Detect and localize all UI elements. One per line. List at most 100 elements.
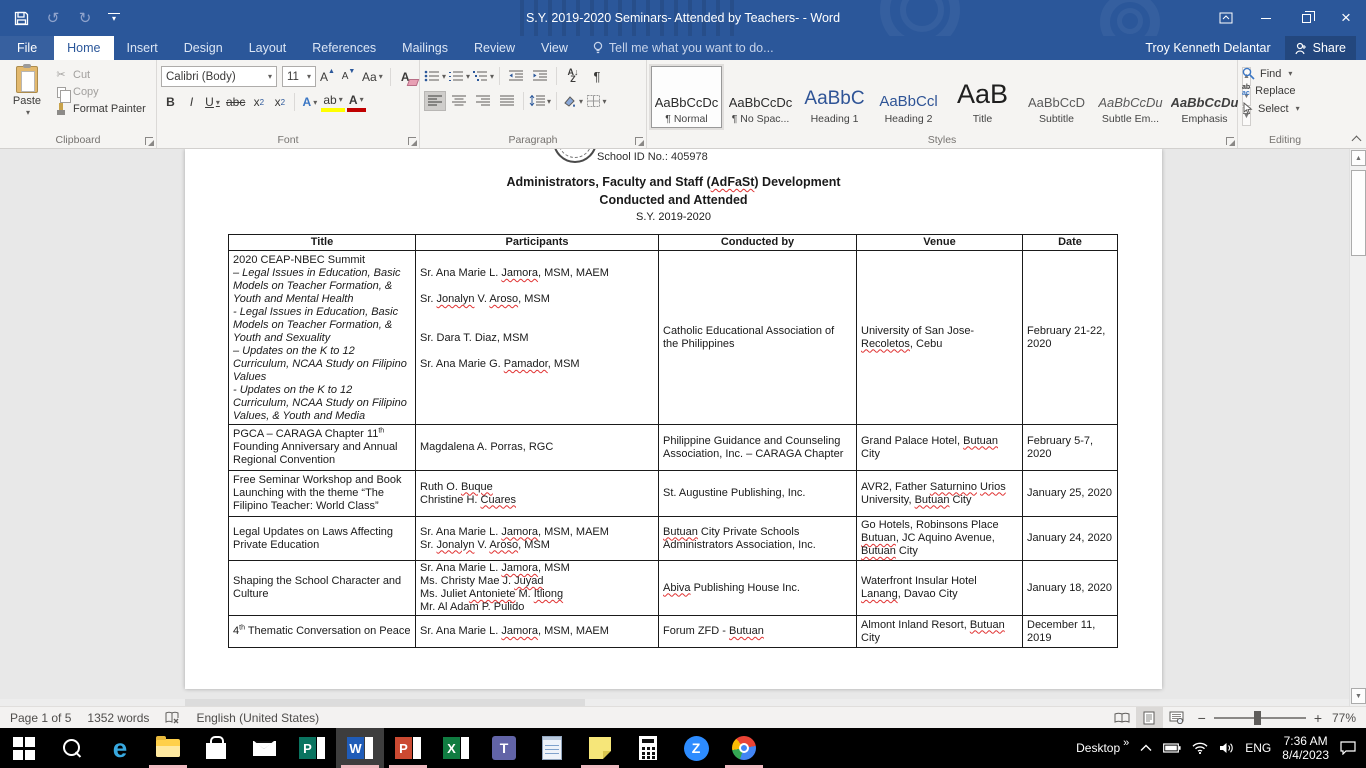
taskbar-excel-icon[interactable]: X bbox=[432, 728, 480, 768]
table-cell[interactable]: Magdalena A. Porras, RGC bbox=[415, 424, 659, 471]
taskbar-powerpoint-icon[interactable]: P bbox=[384, 728, 432, 768]
table-cell[interactable]: Sr. Ana Marie L. Jamora, MSM, MAEM bbox=[415, 615, 659, 648]
table-cell[interactable]: Butuan City Private Schools Administrato… bbox=[658, 516, 857, 561]
italic-button[interactable]: I bbox=[182, 92, 201, 112]
zoom-slider[interactable] bbox=[1213, 710, 1306, 725]
table-cell[interactable]: Sr. Ana Marie L. Jamora, MSM, MAEM Sr. Jo… bbox=[415, 516, 659, 561]
share-button[interactable]: Share bbox=[1284, 36, 1356, 60]
ribbon-display-options-icon[interactable] bbox=[1206, 0, 1246, 36]
action-center-icon[interactable] bbox=[1340, 741, 1356, 755]
select-button[interactable]: Select ▾ bbox=[1242, 102, 1328, 115]
sort-button[interactable]: A↓ Z bbox=[562, 66, 584, 86]
table-cell[interactable]: Waterfront Insular Hotel Lanang, Davao C… bbox=[856, 560, 1023, 616]
font-dialog-launcher[interactable] bbox=[408, 137, 417, 146]
table-cell[interactable]: Sr. Ana Marie L. Jamora, MSM Ms. Christy … bbox=[415, 560, 659, 616]
page-indicator[interactable]: Page 1 of 5 bbox=[2, 711, 79, 725]
desktop-toolbar[interactable]: Desktop» bbox=[1076, 737, 1129, 755]
clipboard-dialog-launcher[interactable] bbox=[145, 137, 154, 146]
show-hide-marks-button[interactable]: ¶ bbox=[586, 66, 608, 86]
style-heading-1[interactable]: AaBbC Heading 1 bbox=[799, 66, 870, 128]
battery-icon[interactable] bbox=[1163, 743, 1181, 753]
minimize-button[interactable] bbox=[1246, 0, 1286, 36]
taskbar-start-icon[interactable] bbox=[0, 728, 48, 768]
style-subtitle[interactable]: AaBbCcD Subtitle bbox=[1021, 66, 1092, 128]
style--no-spac-[interactable]: AaBbCcDc ¶ No Spac... bbox=[725, 66, 796, 128]
justify-button[interactable] bbox=[496, 91, 518, 111]
hidden-icons-chevron-icon[interactable] bbox=[1140, 744, 1152, 752]
style--normal[interactable]: AaBbCcDc ¶ Normal bbox=[649, 64, 724, 130]
multilevel-list-button[interactable]: ▾ bbox=[472, 66, 494, 86]
tell-me-box[interactable]: Tell me what you want to do... bbox=[581, 36, 786, 60]
replace-button[interactable]: ab ac Replace bbox=[1242, 84, 1328, 97]
increase-indent-button[interactable] bbox=[529, 66, 551, 86]
horizontal-scrollbar-thumb[interactable] bbox=[185, 699, 585, 706]
paragraph-dialog-launcher[interactable] bbox=[635, 137, 644, 146]
table-cell[interactable]: Legal Updates on Laws Affecting Private … bbox=[228, 516, 416, 561]
grow-font-button[interactable]: A bbox=[318, 67, 337, 87]
web-layout-button[interactable] bbox=[1163, 707, 1190, 728]
tab-home[interactable]: Home bbox=[54, 36, 114, 60]
seminars-table[interactable]: Title Participants Conducted by Venue Date 2… bbox=[228, 234, 1118, 648]
table-cell[interactable]: February 5-7, 2020 bbox=[1022, 424, 1118, 471]
taskbar-search-icon[interactable] bbox=[48, 728, 96, 768]
numbering-button[interactable]: ▾ bbox=[448, 66, 470, 86]
restore-button[interactable] bbox=[1286, 0, 1326, 36]
wifi-icon[interactable] bbox=[1192, 742, 1208, 754]
style-heading-2[interactable]: AaBbCcl Heading 2 bbox=[873, 66, 944, 128]
table-cell[interactable]: Catholic Educational Association of the … bbox=[658, 250, 857, 425]
taskbar-word-icon[interactable]: W bbox=[336, 728, 384, 768]
taskbar-zoom-icon[interactable]: Z bbox=[672, 728, 720, 768]
decrease-indent-button[interactable] bbox=[505, 66, 527, 86]
tab-insert[interactable]: Insert bbox=[114, 36, 171, 60]
table-cell[interactable]: AVR2, Father Saturnino Urios University,… bbox=[856, 470, 1023, 517]
vertical-scrollbar[interactable]: ▲ ▼ bbox=[1349, 149, 1366, 706]
taskbar-calculator-icon[interactable] bbox=[624, 728, 672, 768]
taskbar-teams-icon[interactable]: T bbox=[480, 728, 528, 768]
scroll-up-icon[interactable]: ▲ bbox=[1351, 150, 1366, 166]
text-highlight-button[interactable]: ab ▾ bbox=[321, 92, 345, 112]
style-emphasis[interactable]: AaBbCcDu Emphasis bbox=[1169, 66, 1240, 128]
table-cell[interactable]: Almont Inland Resort, Butuan City bbox=[856, 615, 1023, 648]
table-cell[interactable]: Ruth O. Buque Christine H. Cuares bbox=[415, 470, 659, 517]
table-cell[interactable]: 4th Thematic Conversation on Peace bbox=[228, 615, 416, 648]
table-cell[interactable]: University of San Jose-Recoletos, Cebu bbox=[856, 250, 1023, 425]
tab-layout[interactable]: Layout bbox=[236, 36, 300, 60]
table-cell[interactable]: Abiva Publishing House Inc. bbox=[658, 560, 857, 616]
tab-view[interactable]: View bbox=[528, 36, 581, 60]
tab-mailings[interactable]: Mailings bbox=[389, 36, 461, 60]
customize-qat-icon[interactable]: ▾ bbox=[108, 13, 120, 23]
table-cell[interactable]: Shaping the School Character and Culture bbox=[228, 560, 416, 616]
save-icon[interactable] bbox=[12, 9, 30, 27]
align-center-button[interactable] bbox=[448, 91, 470, 111]
superscript-button[interactable]: x2 bbox=[270, 92, 289, 112]
zoom-slider-thumb[interactable] bbox=[1253, 710, 1261, 725]
table-cell[interactable]: Free Seminar Workshop and Book Launching… bbox=[228, 470, 416, 517]
clock[interactable]: 7:36 AM 8/4/2023 bbox=[1282, 734, 1329, 762]
table-cell[interactable]: February 21-22, 2020 bbox=[1022, 250, 1118, 425]
table-cell[interactable]: Go Hotels, Robinsons Place Butuan, JC Aq… bbox=[856, 516, 1023, 561]
taskbar-chrome-icon[interactable] bbox=[720, 728, 768, 768]
zoom-out-icon[interactable]: − bbox=[1198, 710, 1206, 726]
word-count[interactable]: 1352 words bbox=[79, 711, 157, 725]
table-cell[interactable]: Sr. Ana Marie L. Jamora, MSM, MAEM Sr. J… bbox=[415, 250, 659, 425]
table-cell[interactable]: 2020 CEAP-NBEC Summit – Legal Issues in E… bbox=[228, 250, 416, 425]
taskbar-notepad-icon[interactable] bbox=[528, 728, 576, 768]
shrink-font-button[interactable]: A bbox=[339, 67, 358, 87]
document-page[interactable]: School ID No.: 405978 Administrators, Fa… bbox=[185, 149, 1162, 689]
table-cell[interactable]: January 18, 2020 bbox=[1022, 560, 1118, 616]
horizontal-scrollbar[interactable] bbox=[0, 699, 1349, 706]
paste-button[interactable]: Paste ▾ bbox=[4, 64, 50, 132]
font-color-button[interactable]: A ▾ bbox=[346, 92, 366, 112]
tab-design[interactable]: Design bbox=[171, 36, 236, 60]
font-name-combo[interactable]: Calibri (Body) ▾ bbox=[161, 66, 277, 87]
taskbar-publisher-icon[interactable]: P bbox=[288, 728, 336, 768]
language-tray[interactable]: ENG bbox=[1245, 741, 1271, 755]
tab-references[interactable]: References bbox=[299, 36, 389, 60]
styles-dialog-launcher[interactable] bbox=[1226, 137, 1235, 146]
borders-button[interactable]: ▾ bbox=[586, 91, 608, 111]
table-cell[interactable]: January 25, 2020 bbox=[1022, 470, 1118, 517]
language-indicator[interactable]: English (United States) bbox=[188, 711, 327, 725]
zoom-in-icon[interactable]: + bbox=[1314, 710, 1322, 726]
vertical-scrollbar-thumb[interactable] bbox=[1351, 170, 1366, 256]
align-left-button[interactable] bbox=[424, 91, 446, 111]
